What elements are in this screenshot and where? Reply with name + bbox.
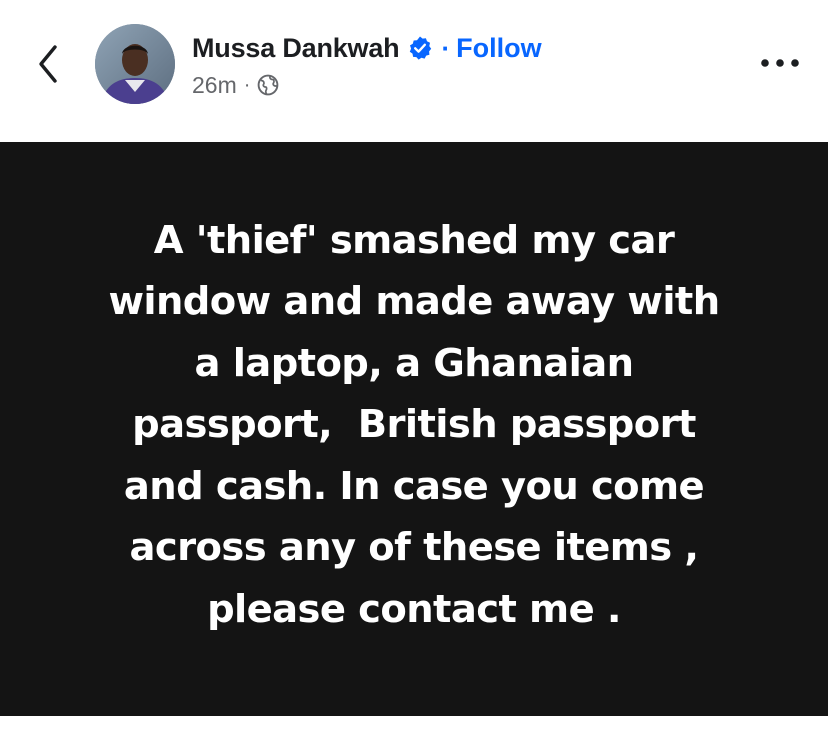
verified-badge-icon — [407, 35, 433, 61]
text-post-card[interactable]: A 'thief' smashed my car window and made… — [0, 142, 828, 716]
separator-dot: · — [441, 32, 451, 63]
more-options-button[interactable] — [752, 48, 808, 78]
post-text: A 'thief' smashed my car window and made… — [108, 217, 720, 632]
chevron-left-icon — [37, 44, 59, 84]
globe-icon — [257, 74, 279, 96]
back-button[interactable] — [28, 42, 68, 86]
meta-separator: · — [243, 73, 251, 96]
post-view: Mussa Dankwah · Follow 26m · A 'thief' s… — [0, 0, 828, 734]
post-meta: 26m · — [192, 70, 279, 100]
avatar[interactable] — [95, 24, 175, 104]
author-name[interactable]: Mussa Dankwah — [192, 33, 400, 64]
post-footer-space — [0, 716, 828, 734]
more-options-icon — [760, 58, 800, 68]
timestamp[interactable]: 26m — [192, 72, 237, 99]
post-header: Mussa Dankwah · Follow 26m · — [0, 0, 828, 140]
author-row: Mussa Dankwah · Follow — [192, 30, 542, 66]
follow-button[interactable]: Follow — [456, 33, 541, 64]
